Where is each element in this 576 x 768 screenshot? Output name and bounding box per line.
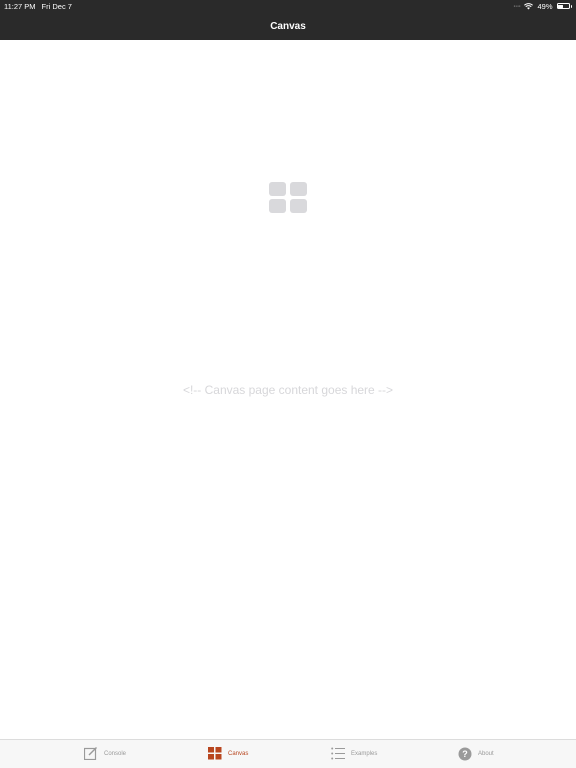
tab-label: Console [104, 750, 127, 757]
tab-examples[interactable]: Examples [331, 747, 377, 760]
compose-icon [84, 747, 97, 760]
svg-text:?: ? [462, 749, 468, 759]
battery-cap [570, 4, 572, 8]
wifi-icon [524, 2, 534, 9]
tab-bar: Console Canvas Examples ? About [0, 739, 576, 768]
tab-about[interactable]: ? About [458, 747, 494, 761]
status-date: Fri Dec 7 [41, 1, 72, 11]
tab-console[interactable]: Console [84, 747, 126, 760]
list-icon [331, 747, 345, 760]
grid-icon [208, 747, 222, 760]
battery-icon [556, 3, 570, 9]
signal-dots-icon: ···· [513, 2, 521, 10]
navigation-bar: Canvas [0, 12, 576, 40]
status-time: 11:27 PM [4, 1, 36, 11]
canvas-content: <!-- Canvas page content goes here --> [0, 40, 576, 739]
grid-logo-icon [269, 182, 307, 214]
tab-canvas[interactable]: Canvas [208, 747, 248, 760]
page-title: Canvas [270, 20, 306, 32]
tab-label: Examples [351, 750, 378, 757]
tab-label: Canvas [228, 750, 249, 757]
tab-label: About [478, 751, 494, 757]
question-icon: ? [458, 747, 472, 761]
status-bar: 11:27 PM Fri Dec 7 ···· 49% [0, 0, 576, 12]
content-placeholder: <!-- Canvas page content goes here --> [182, 383, 394, 397]
battery-percent: 49% [537, 1, 553, 11]
